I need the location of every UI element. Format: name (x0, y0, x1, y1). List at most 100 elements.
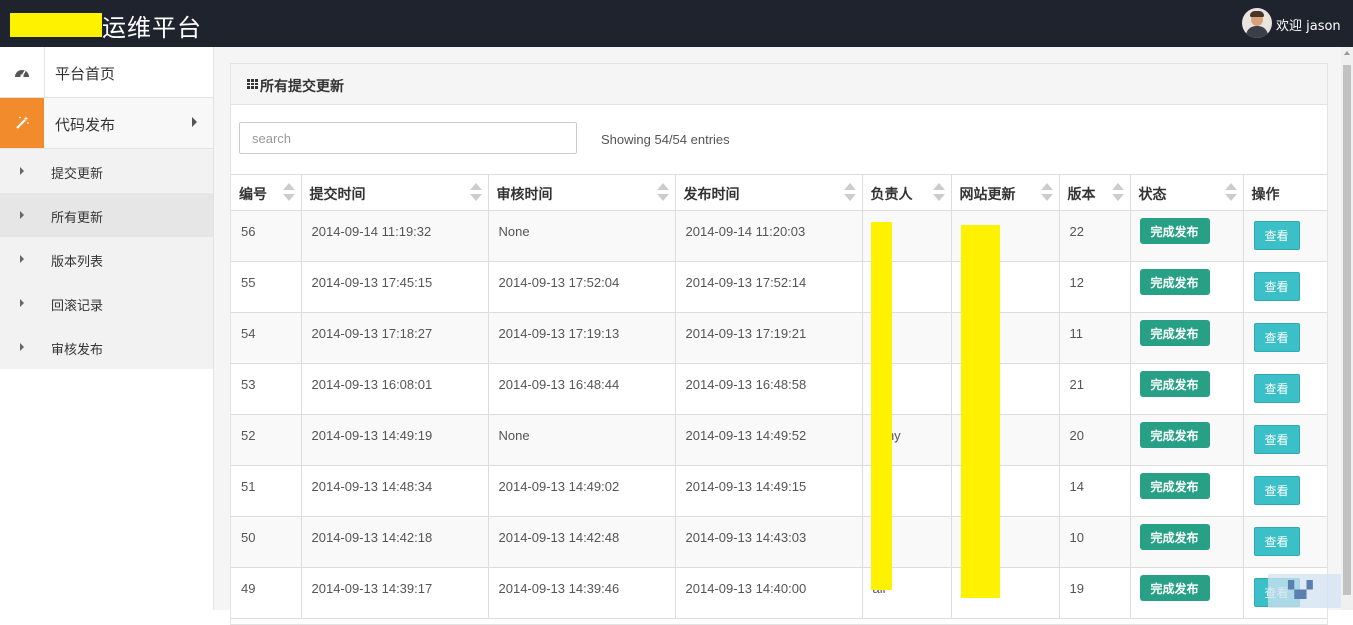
cell-text: 2014-09-13 14:49:15 (685, 479, 807, 494)
cell-text: 14 (1069, 479, 1084, 494)
status-done-button[interactable]: 完成发布 (1139, 575, 1210, 601)
cell-actions: 查看 (1243, 414, 1327, 466)
cell-text: 50 (241, 530, 256, 545)
cell-id: 56 (231, 210, 302, 262)
table-row: 55 2014-09-13 17:45:15 2014-09-13 17:52:04… (231, 261, 1327, 313)
view-button[interactable]: 查看 (1253, 476, 1300, 505)
sort-icon (1040, 183, 1053, 203)
status-done-button[interactable]: 完成发布 (1139, 371, 1210, 397)
cell-text: 52 (241, 428, 256, 443)
cell-submit-time: 2014-09-13 17:45:15 (301, 261, 489, 313)
view-button[interactable]: 查看 (1253, 527, 1300, 556)
brand-title[interactable]: 运维平台 (102, 8, 202, 43)
cell-publish-time: 2014-09-14 11:20:03 (675, 210, 863, 262)
updates-table: 编号 提交时间 审核时间 发布时间 负责人 网站更新 版本 状态 操作 56 20… (231, 174, 1327, 619)
view-button[interactable]: 查看 (1253, 374, 1300, 403)
cell-id: 55 (231, 261, 302, 313)
status-done-button[interactable]: 完成发布 (1139, 422, 1210, 448)
submenu-item-all-updates[interactable]: 所有更新 (0, 193, 213, 237)
cell-submit-time: 2014-09-13 17:18:27 (301, 312, 489, 364)
submenu-item-submit-update[interactable]: 提交更新 (0, 149, 213, 193)
cell-version: 21 (1059, 363, 1131, 415)
column-header-id[interactable]: 编号 (231, 174, 302, 211)
cell-status: 完成发布 (1130, 516, 1244, 568)
cell-actions: 查看 (1243, 261, 1327, 313)
sidebar-item-home[interactable]: 平台首页 (0, 47, 213, 98)
cell-text: 2014-09-13 17:19:21 (685, 326, 807, 341)
column-header-version[interactable]: 版本 (1059, 174, 1131, 211)
cell-submit-time: 2014-09-13 14:42:18 (301, 516, 489, 568)
column-header-review-time[interactable]: 审核时间 (488, 174, 676, 211)
column-header-status[interactable]: 状态 (1130, 174, 1244, 211)
column-header-publish-time[interactable]: 发布时间 (675, 174, 863, 211)
cell-text: 49 (241, 581, 256, 596)
table-row: 56 2014-09-14 11:19:32 None 2014-09-14 11:2… (231, 210, 1327, 262)
status-done-button[interactable]: 完成发布 (1139, 524, 1210, 550)
cell-submit-time: 2014-09-13 14:48:34 (301, 465, 489, 517)
table-row: 49 2014-09-13 14:39:17 2014-09-13 14:39:46… (231, 567, 1327, 619)
vertical-scrollbar[interactable] (1341, 47, 1353, 610)
cell-text: 2014-09-13 17:18:27 (311, 326, 433, 341)
user-avatar[interactable] (1242, 8, 1272, 38)
sidebar-item-code-release[interactable]: 代码发布 (0, 98, 213, 149)
caret-right-icon (20, 255, 24, 263)
sort-icon (843, 183, 856, 203)
cell-publish-time: 2014-09-13 14:49:52 (675, 414, 863, 466)
cell-text: 54 (241, 326, 256, 341)
column-header-site-update[interactable]: 网站更新 (951, 174, 1060, 211)
sort-icon (469, 183, 482, 203)
cell-id: 50 (231, 516, 302, 568)
cell-review-time: 2014-09-13 17:19:13 (488, 312, 676, 364)
submenu-label: 所有更新 (51, 211, 104, 226)
column-header-submit-time[interactable]: 提交时间 (301, 174, 489, 211)
panel-header: 所有提交更新 (231, 64, 1327, 105)
welcome-user-link[interactable]: 欢迎 jason (1276, 15, 1341, 34)
sidebar-item-label: 代码发布 (55, 116, 116, 134)
cell-status: 完成发布 (1130, 465, 1244, 517)
status-done-button[interactable]: 完成发布 (1139, 473, 1210, 499)
cell-id: 52 (231, 414, 302, 466)
table-row: 53 2014-09-13 16:08:01 2014-09-13 16:48:44… (231, 363, 1327, 415)
status-done-button[interactable]: 完成发布 (1139, 320, 1210, 346)
scrollbar-thumb[interactable] (1343, 65, 1351, 595)
column-header-owner[interactable]: 负责人 (862, 174, 952, 211)
cell-version: 14 (1059, 465, 1131, 517)
cell-id: 51 (231, 465, 302, 517)
caret-right-icon (20, 167, 24, 175)
cell-publish-time: 2014-09-13 17:52:14 (675, 261, 863, 313)
caret-right-icon (20, 211, 24, 219)
view-button[interactable]: 查看 (1253, 272, 1300, 301)
submenu-item-rollback-records[interactable]: 回滚记录 (0, 281, 213, 325)
cell-review-time: 2014-09-13 14:49:02 (488, 465, 676, 517)
cell-text: 53 (241, 377, 256, 392)
sort-icon (1224, 183, 1237, 203)
view-button[interactable]: 查看 (1253, 425, 1300, 454)
cell-id: 54 (231, 312, 302, 364)
cell-text: 2014-09-13 14:39:46 (498, 581, 620, 596)
sidebar-item-label: 平台首页 (55, 65, 116, 83)
caret-right-icon (20, 343, 24, 351)
cell-review-time: None (488, 210, 676, 262)
submenu-item-review-release[interactable]: 审核发布 (0, 325, 213, 369)
scroll-up-arrow-icon[interactable] (1344, 51, 1350, 55)
owner-column-redaction (871, 222, 892, 590)
brand-redaction (10, 13, 102, 37)
submenu-item-version-list[interactable]: 版本列表 (0, 237, 213, 281)
cell-version: 12 (1059, 261, 1131, 313)
cell-submit-time: 2014-09-14 11:19:32 (301, 210, 489, 262)
cell-text: 2014-09-13 14:39:17 (311, 581, 433, 596)
search-input[interactable] (239, 122, 577, 154)
view-button[interactable]: 查看 (1253, 323, 1300, 352)
table-row: 52 2014-09-13 14:49:19 None 2014-09-13 14:4… (231, 414, 1327, 466)
status-done-button[interactable]: 完成发布 (1139, 269, 1210, 295)
cell-status: 完成发布 (1130, 414, 1244, 466)
cell-review-time: None (488, 414, 676, 466)
cell-text: 2014-09-13 16:48:58 (685, 377, 807, 392)
view-button[interactable]: 查看 (1253, 221, 1300, 250)
submenu: 提交更新 所有更新 版本列表 回滚记录 审核发布 (0, 149, 213, 369)
cell-status: 完成发布 (1130, 210, 1244, 262)
table-header-row: 编号 提交时间 审核时间 发布时间 负责人 网站更新 版本 状态 操作 (231, 174, 1327, 211)
table-row: 51 2014-09-13 14:48:34 2014-09-13 14:49:02… (231, 465, 1327, 517)
cell-version: 22 (1059, 210, 1131, 262)
status-done-button[interactable]: 完成发布 (1139, 218, 1210, 244)
